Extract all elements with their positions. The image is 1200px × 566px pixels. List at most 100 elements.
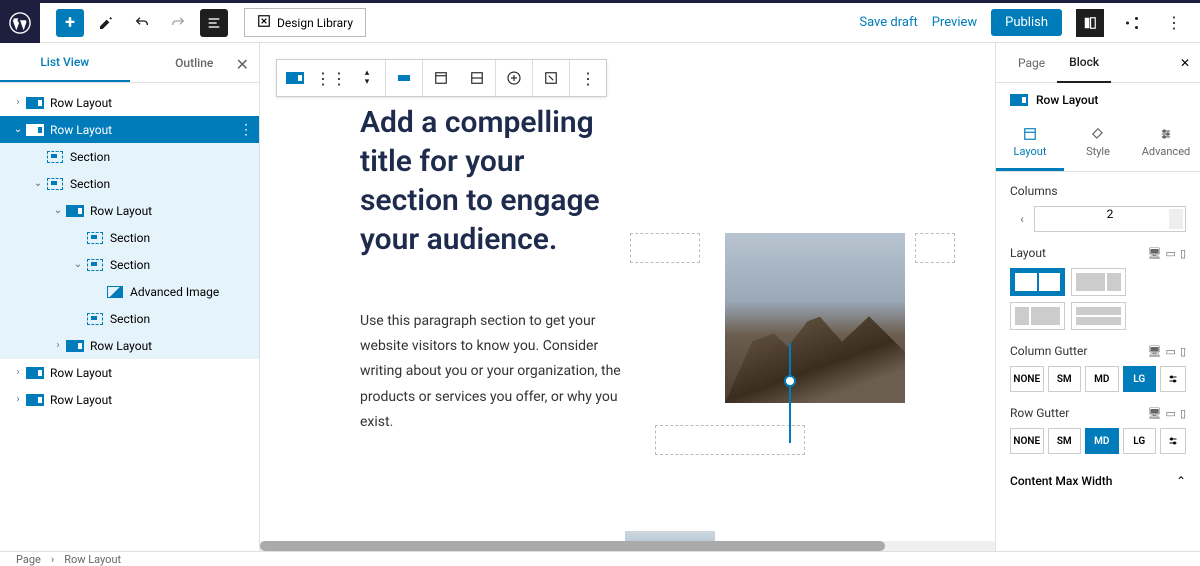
section-heading[interactable]: Add a compelling title for your section … <box>360 103 628 259</box>
block-type-icon[interactable] <box>277 60 313 96</box>
tree-item-section[interactable]: Section <box>0 305 259 332</box>
undo-icon[interactable] <box>128 9 156 37</box>
save-draft-link[interactable]: Save draft <box>859 15 917 30</box>
columns-spinner[interactable] <box>1169 209 1183 229</box>
align-full-icon[interactable] <box>386 60 422 96</box>
subtab-layout[interactable]: Layout <box>996 117 1064 171</box>
publish-button[interactable]: Publish <box>991 9 1062 36</box>
gutter-option-lg[interactable]: LG <box>1123 428 1157 454</box>
layout-option-left-wide[interactable] <box>1071 268 1126 296</box>
tree-item-image[interactable]: Advanced Image <box>0 278 259 305</box>
row-layout-icon <box>66 204 84 218</box>
gutter-option-none[interactable]: NONE <box>1010 428 1044 454</box>
gutter-custom-icon[interactable] <box>1160 366 1186 392</box>
tree-item-row[interactable]: ›Row Layout <box>0 359 259 386</box>
layout-option-stacked[interactable] <box>1071 302 1126 330</box>
editor-header: + Design Library Save draft Preview Publ… <box>0 3 1200 43</box>
layout-option-right-wide[interactable] <box>1010 302 1065 330</box>
chevron-icon[interactable]: › <box>10 394 26 405</box>
tree-item-label: Section <box>110 231 150 245</box>
tree-item-more-icon[interactable]: ⋮ <box>239 122 253 138</box>
edit-layout-icon[interactable] <box>533 60 569 96</box>
close-settings-icon[interactable]: ✕ <box>1180 56 1190 70</box>
gutter-option-md[interactable]: MD <box>1085 366 1119 392</box>
wordpress-logo[interactable] <box>0 3 40 43</box>
tree-item-section[interactable]: Section <box>0 143 259 170</box>
add-block-button[interactable]: + <box>56 9 84 37</box>
breadcrumb-page[interactable]: Page <box>16 553 41 566</box>
tree-item-section[interactable]: ⌄Section <box>0 251 259 278</box>
chevron-icon[interactable]: › <box>50 340 66 351</box>
placeholder-box[interactable] <box>655 425 805 455</box>
breadcrumb-block[interactable]: Row Layout <box>64 553 121 566</box>
placeholder-box[interactable] <box>915 233 955 263</box>
chevron-icon[interactable]: ⌄ <box>50 205 66 216</box>
columns-input[interactable]: 2 <box>1034 206 1186 232</box>
design-library-button[interactable]: Design Library <box>244 8 366 37</box>
tree-item-row[interactable]: ⌄Row Layout <box>0 197 259 224</box>
settings-toggle-icon[interactable] <box>1118 9 1146 37</box>
gutter-option-none[interactable]: NONE <box>1010 366 1044 392</box>
tree-item-row[interactable]: ⌄Row Layout⋮ <box>0 116 259 143</box>
design-library-label: Design Library <box>277 16 353 30</box>
tree-item-row[interactable]: ›Row Layout <box>0 332 259 359</box>
content-max-width-toggle[interactable]: Content Max Width ⌃ <box>1010 468 1186 494</box>
tab-page[interactable]: Page <box>1006 43 1057 83</box>
desktop-icon[interactable]: 🖥 <box>1148 345 1162 358</box>
redo-icon[interactable] <box>164 9 192 37</box>
layout-option-equal[interactable] <box>1010 268 1065 296</box>
placeholder-box[interactable] <box>630 233 700 263</box>
preview-link[interactable]: Preview <box>932 15 977 30</box>
subtab-advanced[interactable]: Advanced <box>1132 117 1200 171</box>
tablet-icon[interactable]: ▭ <box>1166 407 1176 420</box>
tree-item-row[interactable]: ›Row Layout <box>0 89 259 116</box>
gutter-option-md[interactable]: MD <box>1085 428 1119 454</box>
row-layout-icon <box>66 339 84 353</box>
columns-decrease[interactable]: ‹ <box>1010 206 1034 232</box>
valign-middle-icon[interactable] <box>459 60 495 96</box>
tablet-icon[interactable]: ▭ <box>1166 345 1176 358</box>
tree-item-section[interactable]: Section <box>0 224 259 251</box>
row-gutter-label: Row Gutter <box>1010 406 1069 420</box>
gutter-option-sm[interactable]: SM <box>1048 366 1082 392</box>
edit-icon[interactable] <box>92 9 120 37</box>
close-panel-icon[interactable]: ✕ <box>236 55 249 74</box>
tablet-icon[interactable]: ▭ <box>1166 247 1176 260</box>
row-layout-icon <box>26 393 44 407</box>
advanced-image[interactable] <box>725 233 905 403</box>
chevron-icon[interactable]: ⌄ <box>10 124 26 135</box>
gutter-option-sm[interactable]: SM <box>1048 428 1082 454</box>
tree-item-label: Section <box>110 312 150 326</box>
desktop-icon[interactable]: 🖥 <box>1148 247 1162 260</box>
layout-label: Layout <box>1010 246 1046 260</box>
drag-handle-icon[interactable]: ⋮⋮ <box>313 60 349 96</box>
mobile-icon[interactable]: ▯ <box>1180 247 1186 260</box>
tab-block[interactable]: Block <box>1057 43 1111 83</box>
gutter-option-lg[interactable]: LG <box>1123 366 1157 392</box>
section-paragraph[interactable]: Use this paragraph section to get your w… <box>360 309 628 435</box>
row-layout-icon <box>26 123 44 137</box>
tree-item-row[interactable]: ›Row Layout <box>0 386 259 413</box>
add-column-icon[interactable] <box>496 60 532 96</box>
chevron-icon[interactable]: ⌄ <box>30 178 46 189</box>
tree-item-section[interactable]: ⌄Section <box>0 170 259 197</box>
view-toggle-icon[interactable] <box>1076 9 1104 37</box>
tab-list-view[interactable]: List View <box>0 43 130 82</box>
chevron-icon[interactable]: › <box>10 97 26 108</box>
desktop-icon[interactable]: 🖥 <box>1148 407 1162 420</box>
valign-top-icon[interactable] <box>423 60 459 96</box>
mobile-icon[interactable]: ▯ <box>1180 407 1186 420</box>
chevron-icon[interactable]: ⌄ <box>70 259 86 270</box>
gutter-custom-icon[interactable] <box>1160 428 1186 454</box>
insertion-handle[interactable] <box>784 375 796 387</box>
list-view-toggle-icon[interactable] <box>200 9 228 37</box>
move-up-down-icon[interactable]: ▴▾ <box>349 60 385 96</box>
editor-canvas[interactable]: ⋮⋮ ▴▾ ⋮ Add a compelling title for your … <box>260 43 995 551</box>
more-options-icon[interactable]: ⋮ <box>1160 9 1188 37</box>
column-gutter-label: Column Gutter <box>1010 344 1087 358</box>
horizontal-scrollbar[interactable] <box>260 541 995 551</box>
subtab-style[interactable]: Style <box>1064 117 1132 171</box>
block-more-icon[interactable]: ⋮ <box>570 60 606 96</box>
mobile-icon[interactable]: ▯ <box>1180 345 1186 358</box>
chevron-icon[interactable]: › <box>10 367 26 378</box>
